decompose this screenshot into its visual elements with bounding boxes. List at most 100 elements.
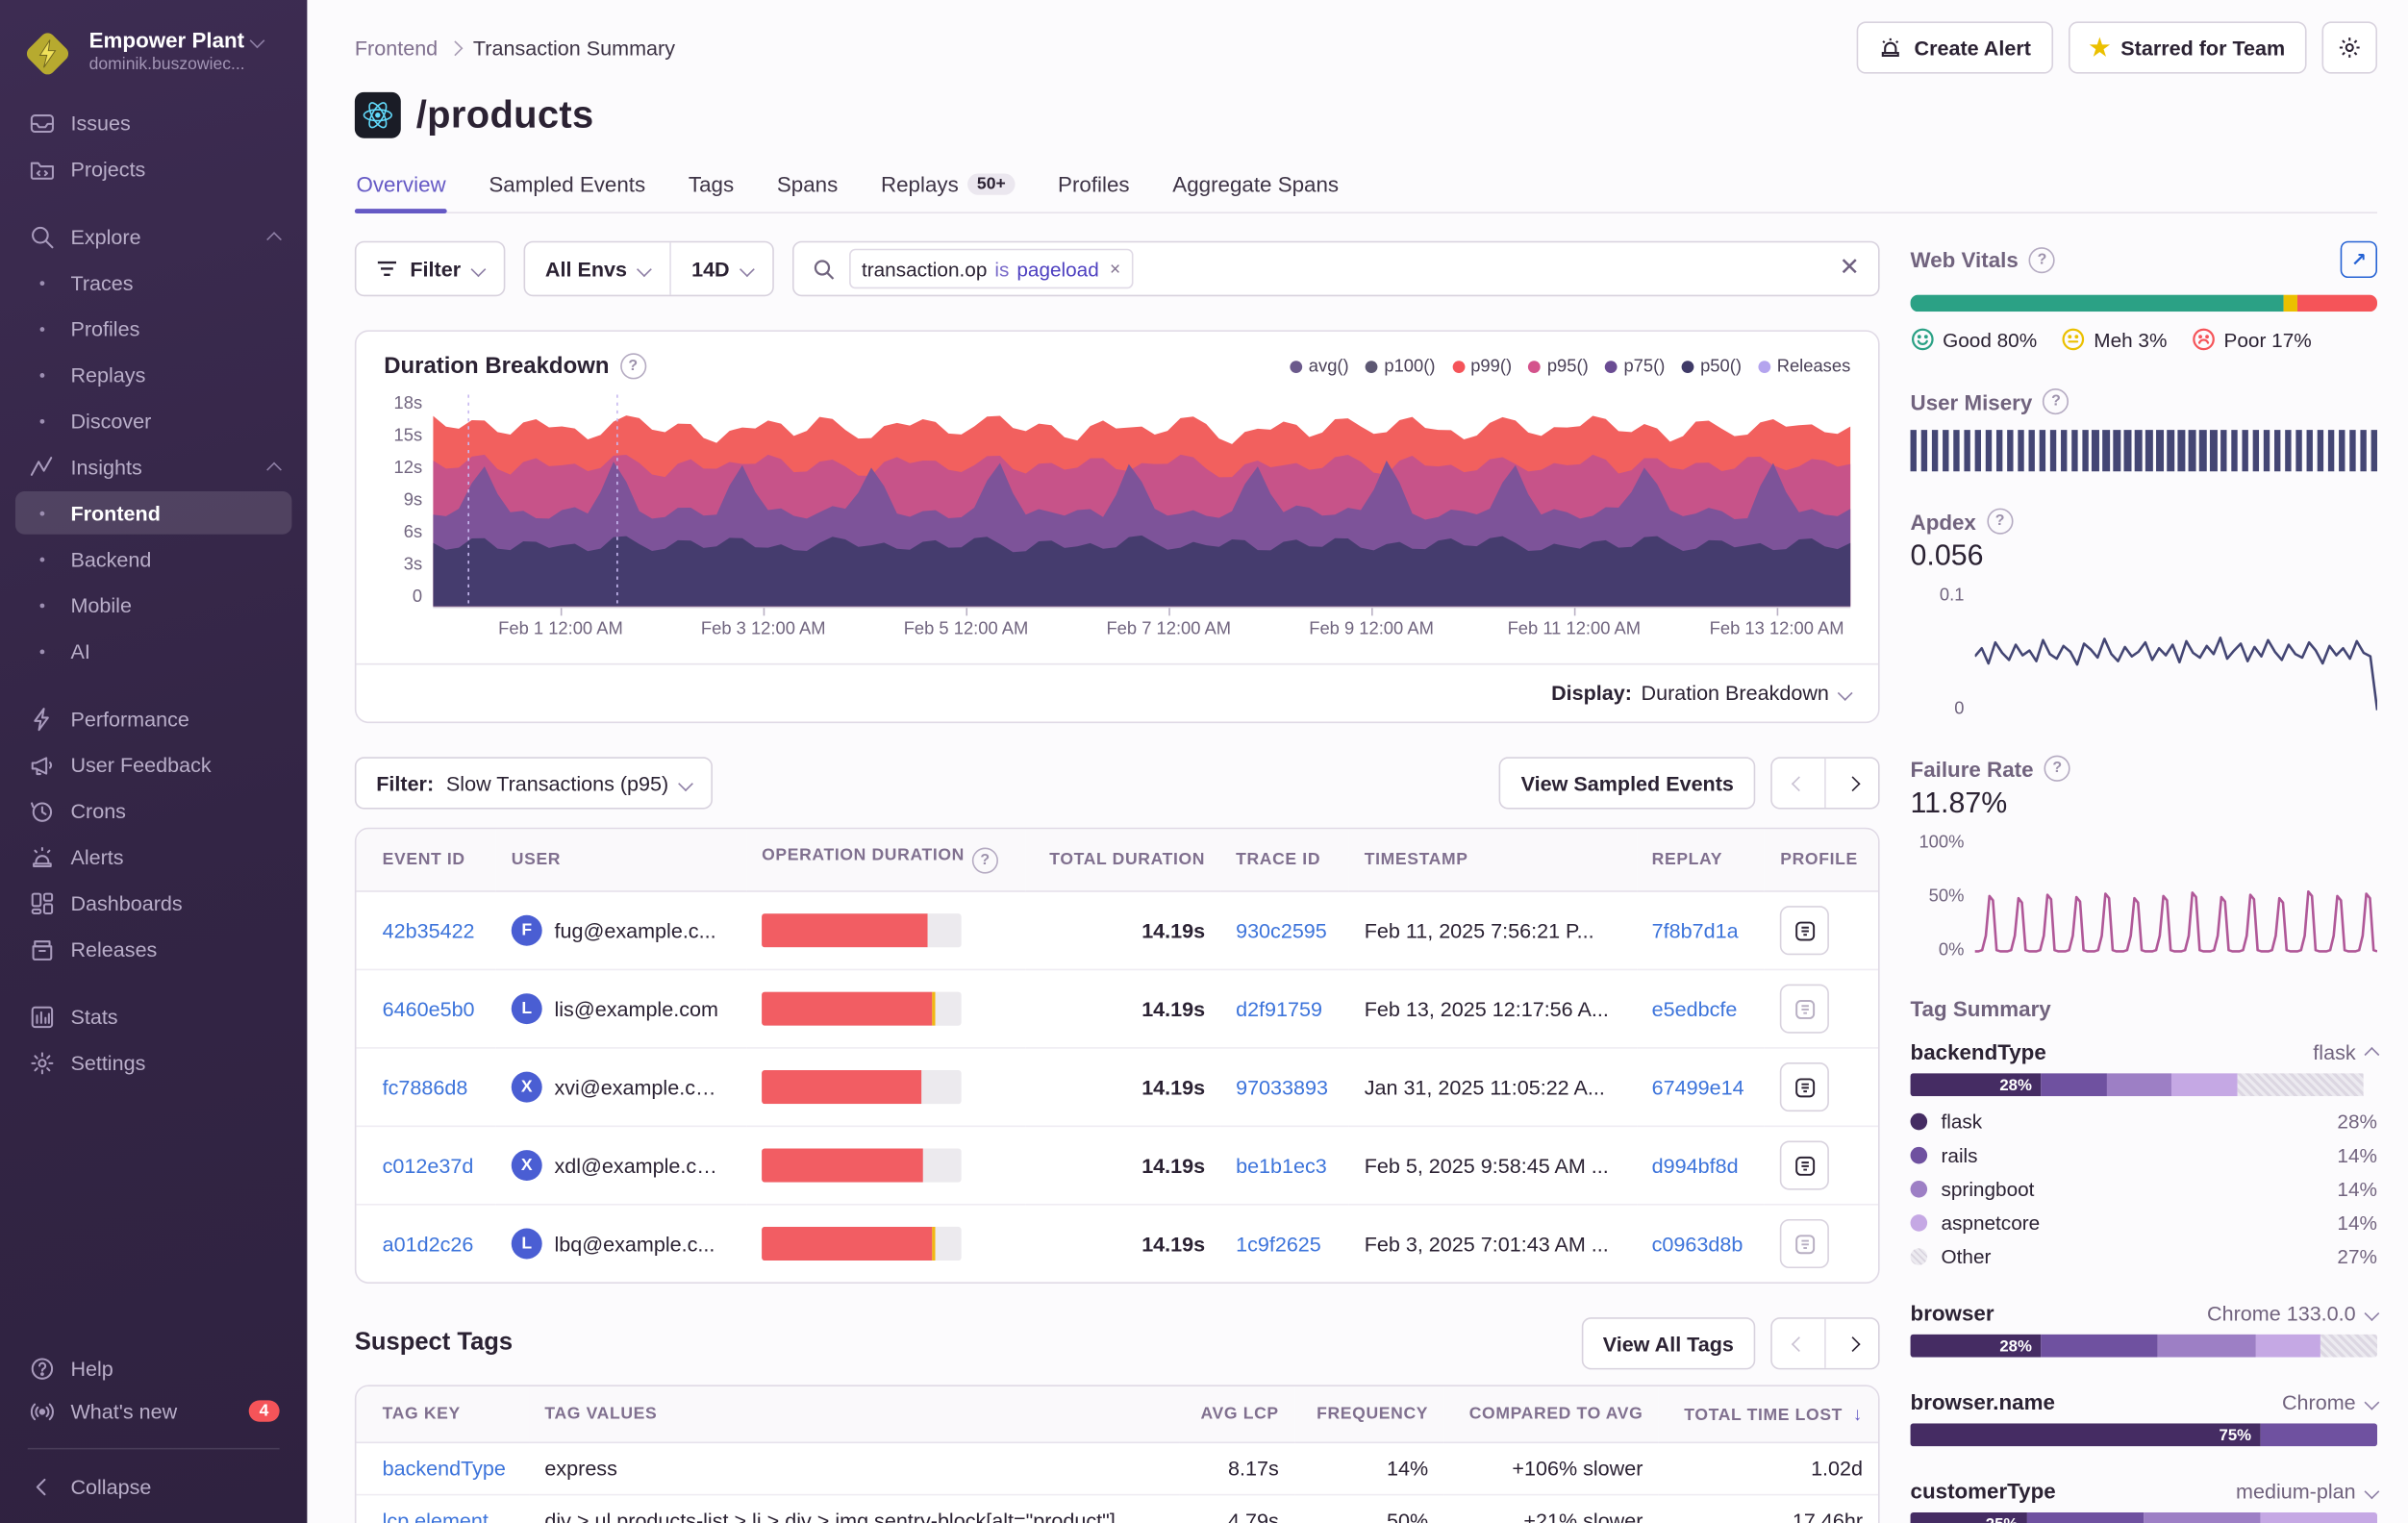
replay-id-link[interactable]: e5edbcfe xyxy=(1652,997,1738,1020)
sidebar-item-help[interactable]: Help xyxy=(15,1346,291,1389)
sidebar-item-dashboards[interactable]: Dashboards xyxy=(15,882,291,925)
sidebar-item-crons[interactable]: Crons xyxy=(15,789,291,833)
trace-id-link[interactable]: 930c2595 xyxy=(1236,919,1327,942)
profile-button[interactable] xyxy=(1780,1140,1829,1189)
sidebar-item-profiles[interactable]: Profiles xyxy=(15,307,291,350)
sidebar-item-discover[interactable]: Discover xyxy=(15,399,291,442)
view-sampled-events-button[interactable]: View Sampled Events xyxy=(1499,757,1755,809)
replay-id-link[interactable]: c0963d8b xyxy=(1652,1233,1743,1256)
tab-overview[interactable]: Overview xyxy=(355,162,447,212)
search-token-chip[interactable]: transaction.op is pageload × xyxy=(849,249,1133,289)
tag-value-row[interactable]: springboot14% xyxy=(1911,1178,2377,1201)
legend-item-avg[interactable]: avg() xyxy=(1291,357,1349,375)
help-icon[interactable] xyxy=(1987,509,2013,535)
settings-gear-button[interactable] xyxy=(2322,21,2377,73)
event-id-link[interactable]: fc7886d8 xyxy=(383,1076,468,1099)
sidebar-item-projects[interactable]: Projects xyxy=(15,147,291,190)
search-input[interactable]: transaction.op is pageload × ✕ xyxy=(792,241,1880,296)
sidebar-item-user-feedback[interactable]: User Feedback xyxy=(15,743,291,786)
tag-selected-value[interactable]: Chrome 133.0.0 xyxy=(2207,1302,2377,1325)
sidebar-item-explore[interactable]: Explore xyxy=(15,215,291,259)
replay-id-link[interactable]: d994bf8d xyxy=(1652,1154,1739,1177)
profile-button[interactable] xyxy=(1780,1062,1829,1111)
chip-remove-icon[interactable]: × xyxy=(1110,258,1120,279)
chevron-down-icon xyxy=(740,262,755,277)
sidebar-item-settings[interactable]: Settings xyxy=(15,1041,291,1085)
external-link-icon[interactable]: ↗ xyxy=(2341,241,2377,278)
tag-segment xyxy=(2041,1073,2106,1096)
sidebar-item-performance[interactable]: Performance xyxy=(15,697,291,740)
help-icon[interactable] xyxy=(2044,756,2070,782)
env-selector[interactable]: All Envs xyxy=(525,242,670,294)
tab-replays[interactable]: Replays50+ xyxy=(879,162,1016,212)
tag-summary-backendType: backendTypeflask28%flask28%rails14%sprin… xyxy=(1911,1039,2377,1268)
sidebar-item-alerts[interactable]: Alerts xyxy=(15,836,291,879)
sidebar-item-mobile[interactable]: Mobile xyxy=(15,584,291,627)
trace-id-link[interactable]: be1b1ec3 xyxy=(1236,1154,1327,1177)
sidebar-item-backend[interactable]: Backend xyxy=(15,537,291,581)
tag-value-row[interactable]: rails14% xyxy=(1911,1144,2377,1167)
profile-button[interactable] xyxy=(1780,1219,1829,1268)
trace-id-link[interactable]: d2f91759 xyxy=(1236,997,1322,1020)
event-id-link[interactable]: a01d2c26 xyxy=(383,1233,474,1256)
tag-value-row[interactable]: Other27% xyxy=(1911,1245,2377,1268)
help-icon[interactable] xyxy=(620,353,646,379)
tag-key-link[interactable]: backendType xyxy=(383,1457,506,1480)
org-switcher[interactable]: Empower Plant dominik.buszowiec... xyxy=(0,18,307,101)
sort-descending-icon[interactable]: ↓ xyxy=(1847,1404,1863,1425)
legend-item-p95[interactable]: p95() xyxy=(1529,357,1589,375)
tag-selected-value[interactable]: Chrome xyxy=(2282,1391,2377,1414)
prev-page-button[interactable] xyxy=(1772,759,1824,808)
event-id-link[interactable]: 42b35422 xyxy=(383,919,475,942)
prev-page-button[interactable] xyxy=(1772,1319,1824,1368)
tab-profiles[interactable]: Profiles xyxy=(1056,162,1131,212)
tag-selected-value[interactable]: flask xyxy=(2313,1041,2377,1064)
trace-id-link[interactable]: 1c9f2625 xyxy=(1236,1233,1321,1256)
legend-item-Releases[interactable]: Releases xyxy=(1759,357,1851,375)
sidebar-item-traces[interactable]: Traces xyxy=(15,261,291,304)
legend-item-p99[interactable]: p99() xyxy=(1452,357,1512,375)
legend-item-p50[interactable]: p50() xyxy=(1682,357,1742,375)
sidebar-item-collapse[interactable]: Collapse xyxy=(15,1464,291,1508)
event-id-link[interactable]: c012e37d xyxy=(383,1154,474,1177)
period-selector[interactable]: 14D xyxy=(670,242,773,294)
event-id-link[interactable]: 6460e5b0 xyxy=(383,997,475,1020)
tag-value-row[interactable]: aspnetcore14% xyxy=(1911,1211,2377,1235)
breadcrumb-frontend[interactable]: Frontend xyxy=(355,37,438,60)
display-selector[interactable]: Duration Breakdown xyxy=(1642,682,1851,705)
sidebar-item-stats[interactable]: Stats xyxy=(15,995,291,1038)
sidebar-item-replays[interactable]: Replays xyxy=(15,353,291,396)
misery-bar xyxy=(2253,430,2260,471)
sidebar-item-what-s-new[interactable]: What's new4 xyxy=(15,1389,291,1433)
sidebar-item-ai[interactable]: AI xyxy=(15,630,291,673)
sidebar-item-insights[interactable]: Insights xyxy=(15,445,291,488)
create-alert-button[interactable]: Create Alert xyxy=(1857,21,2052,73)
replay-id-link[interactable]: 67499e14 xyxy=(1652,1076,1744,1099)
next-page-button[interactable] xyxy=(1824,1319,1878,1368)
starred-for-team-button[interactable]: ★ Starred for Team xyxy=(2068,21,2306,73)
profile-button[interactable] xyxy=(1780,985,1829,1034)
help-icon[interactable] xyxy=(972,847,998,873)
sidebar-item-frontend[interactable]: Frontend xyxy=(15,491,291,535)
legend-item-p100[interactable]: p100() xyxy=(1366,357,1435,375)
view-all-tags-button[interactable]: View All Tags xyxy=(1581,1317,1755,1369)
tab-spans[interactable]: Spans xyxy=(775,162,840,212)
search-clear-icon[interactable]: ✕ xyxy=(1839,257,1859,282)
legend-item-p75[interactable]: p75() xyxy=(1605,357,1665,375)
transactions-filter-button[interactable]: Filter: Slow Transactions (p95) xyxy=(355,757,714,809)
tag-selected-value[interactable]: medium-plan xyxy=(2236,1480,2377,1503)
sidebar-item-releases[interactable]: Releases xyxy=(15,928,291,971)
sidebar-item-issues[interactable]: Issues xyxy=(15,101,291,144)
tab-aggregate-spans[interactable]: Aggregate Spans xyxy=(1171,162,1341,212)
replay-id-link[interactable]: 7f8b7d1a xyxy=(1652,919,1739,942)
trace-id-link[interactable]: 97033893 xyxy=(1236,1076,1328,1099)
help-icon[interactable] xyxy=(2029,246,2055,272)
profile-button[interactable] xyxy=(1780,906,1829,955)
help-icon[interactable] xyxy=(2044,388,2069,414)
tag-value-row[interactable]: flask28% xyxy=(1911,1111,2377,1134)
tag-key-link[interactable]: lcp.element xyxy=(383,1510,489,1523)
next-page-button[interactable] xyxy=(1824,759,1878,808)
filter-button[interactable]: Filter xyxy=(355,241,506,296)
tab-sampled-events[interactable]: Sampled Events xyxy=(488,162,647,212)
tab-tags[interactable]: Tags xyxy=(687,162,735,212)
